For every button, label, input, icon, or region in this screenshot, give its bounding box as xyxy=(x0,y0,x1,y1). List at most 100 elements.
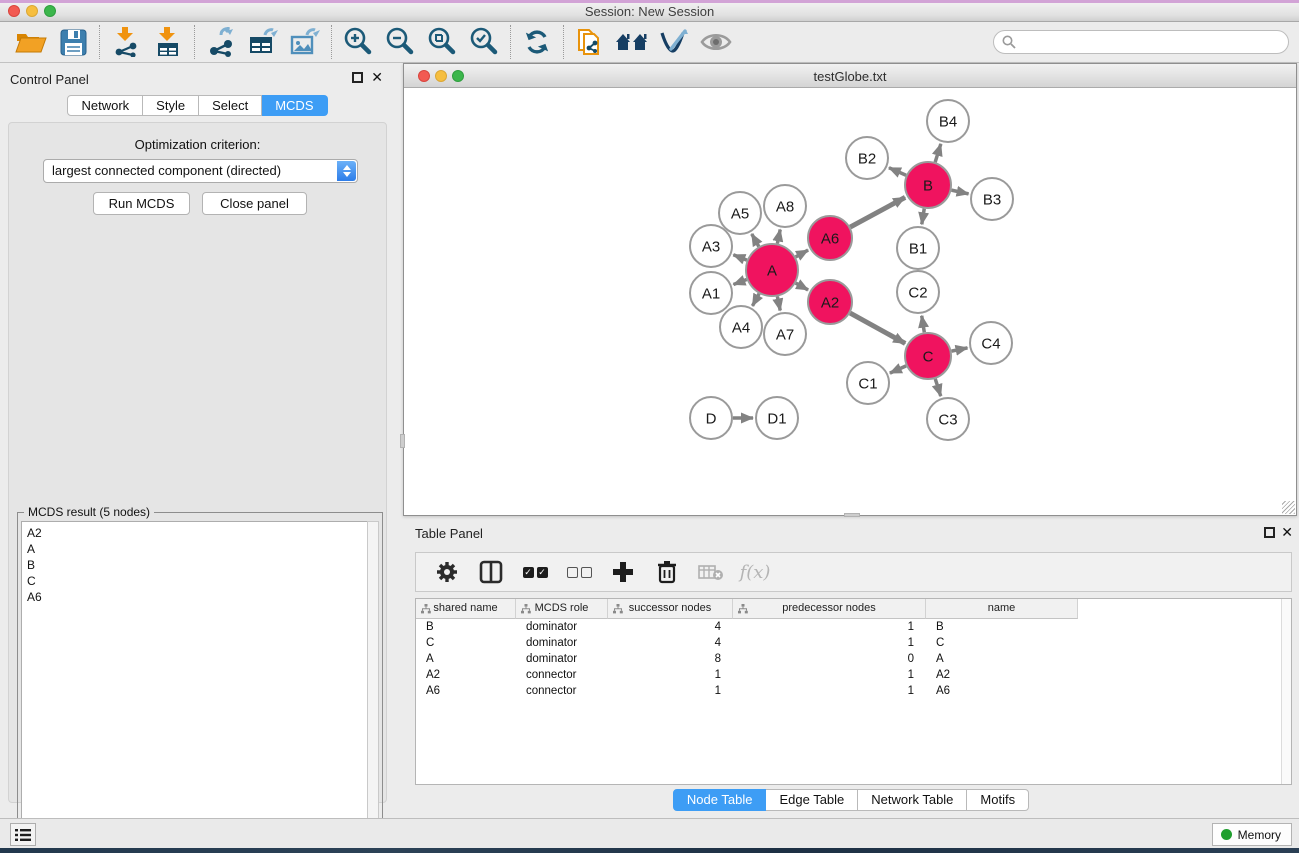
cell-MCDS-role[interactable]: dominator xyxy=(516,635,608,651)
function-builder-button[interactable]: f(x) xyxy=(740,557,770,587)
node-B1[interactable]: B1 xyxy=(897,227,939,269)
control-panel-close-icon[interactable]: ✕ xyxy=(371,69,383,85)
edge-A-A2[interactable] xyxy=(796,283,808,290)
criterion-select[interactable]: largest connected component (directed) xyxy=(43,159,358,183)
node-A1[interactable]: A1 xyxy=(690,272,732,314)
cell-successor-nodes[interactable]: 8 xyxy=(608,651,733,667)
column-header-MCDS-role[interactable]: MCDS role xyxy=(516,599,608,619)
delete-table-button[interactable] xyxy=(696,557,726,587)
column-header-successor-nodes[interactable]: successor nodes xyxy=(608,599,733,619)
node-A6[interactable]: A6 xyxy=(808,216,852,260)
mcds-result-item[interactable]: A xyxy=(27,541,367,557)
cell-predecessor-nodes[interactable]: 1 xyxy=(733,667,926,683)
node-A3[interactable]: A3 xyxy=(690,225,732,267)
cell-shared-name[interactable]: A6 xyxy=(416,683,516,699)
tab-select[interactable]: Select xyxy=(199,95,262,116)
cell-predecessor-nodes[interactable]: 0 xyxy=(733,651,926,667)
node-B3[interactable]: B3 xyxy=(971,178,1013,220)
show-columns-button[interactable] xyxy=(476,557,506,587)
edge-B-B1[interactable] xyxy=(922,209,924,225)
cell-MCDS-role[interactable]: dominator xyxy=(516,651,608,667)
node-C3[interactable]: C3 xyxy=(927,398,969,440)
node-table[interactable]: shared nameMCDS rolesuccessor nodesprede… xyxy=(415,598,1292,785)
cell-name[interactable]: A6 xyxy=(926,683,1078,699)
save-session-button[interactable] xyxy=(52,23,94,61)
table-panel-close-icon[interactable]: ✕ xyxy=(1281,524,1293,540)
node-C2[interactable]: C2 xyxy=(897,271,939,313)
tab-mcds[interactable]: MCDS xyxy=(262,95,327,116)
edge-B-B2[interactable] xyxy=(889,168,906,176)
node-A2[interactable]: A2 xyxy=(808,280,852,324)
clone-network-button[interactable] xyxy=(569,23,611,61)
tab-network-table[interactable]: Network Table xyxy=(858,789,967,811)
node-A5[interactable]: A5 xyxy=(719,192,761,234)
search-input[interactable] xyxy=(993,30,1289,54)
refresh-button[interactable] xyxy=(516,23,558,61)
network-graph[interactable]: B4B2BB3A5A8A6A3B1AA1C2A2A4A7C4CC1C3DD1 xyxy=(404,88,1296,514)
tab-node-table[interactable]: Node Table xyxy=(673,789,767,811)
export-network-button[interactable] xyxy=(200,23,242,61)
cell-predecessor-nodes[interactable]: 1 xyxy=(733,619,926,635)
edge-A-A4[interactable] xyxy=(752,294,759,306)
search-box[interactable] xyxy=(993,30,1289,54)
cell-name[interactable]: A xyxy=(926,651,1078,667)
cell-predecessor-nodes[interactable]: 1 xyxy=(733,683,926,699)
table-row[interactable]: Bdominator41B xyxy=(416,619,1281,635)
cell-shared-name[interactable]: B xyxy=(416,619,516,635)
unselect-all-columns-button[interactable] xyxy=(564,557,594,587)
network-canvas[interactable]: B4B2BB3A5A8A6A3B1AA1C2A2A4A7C4CC1C3DD1 xyxy=(404,88,1296,514)
edge-C-C2[interactable] xyxy=(922,316,925,333)
edge-A-A8[interactable] xyxy=(777,230,780,244)
edge-B-B4[interactable] xyxy=(935,144,941,162)
node-A8[interactable]: A8 xyxy=(764,185,806,227)
export-table-button[interactable] xyxy=(242,23,284,61)
table-row[interactable]: Adominator80A xyxy=(416,651,1281,667)
mcds-result-item[interactable]: A6 xyxy=(27,589,367,605)
table-row[interactable]: A2connector11A2 xyxy=(416,667,1281,683)
task-history-button[interactable] xyxy=(10,823,36,846)
mcds-result-item[interactable]: A2 xyxy=(27,525,367,541)
edge-C-C4[interactable] xyxy=(952,348,968,351)
cell-shared-name[interactable]: C xyxy=(416,635,516,651)
graphics-details-button[interactable] xyxy=(695,23,737,61)
cell-successor-nodes[interactable]: 4 xyxy=(608,635,733,651)
export-image-button[interactable] xyxy=(284,23,326,61)
cell-name[interactable]: B xyxy=(926,619,1078,635)
zoom-fit-button[interactable] xyxy=(421,23,463,61)
edge-A2-C[interactable] xyxy=(850,313,905,343)
cell-predecessor-nodes[interactable]: 1 xyxy=(733,635,926,651)
select-all-columns-button[interactable]: ✓ ✓ xyxy=(520,557,550,587)
memory-button[interactable]: Memory xyxy=(1212,823,1292,846)
control-panel-float-icon[interactable] xyxy=(352,72,363,83)
zoom-in-button[interactable] xyxy=(337,23,379,61)
cell-successor-nodes[interactable]: 1 xyxy=(608,683,733,699)
close-panel-button[interactable]: Close panel xyxy=(202,192,307,215)
tab-style[interactable]: Style xyxy=(143,95,199,116)
node-B2[interactable]: B2 xyxy=(846,137,888,179)
import-network-button[interactable] xyxy=(105,23,147,61)
network-vscroll-thumb[interactable] xyxy=(400,434,405,448)
table-settings-button[interactable] xyxy=(432,557,462,587)
column-header-shared-name[interactable]: shared name xyxy=(416,599,516,619)
tab-edge-table[interactable]: Edge Table xyxy=(766,789,858,811)
edge-A-A7[interactable] xyxy=(777,296,780,310)
open-session-button[interactable] xyxy=(10,23,52,61)
column-header-name[interactable]: name xyxy=(926,599,1078,619)
tab-network[interactable]: Network xyxy=(67,95,143,116)
cell-name[interactable]: C xyxy=(926,635,1078,651)
edge-A-A1[interactable] xyxy=(733,280,746,285)
node-C4[interactable]: C4 xyxy=(970,322,1012,364)
mcds-result-list[interactable]: A2ABCA6 xyxy=(21,521,367,853)
table-row[interactable]: Cdominator41C xyxy=(416,635,1281,651)
mcds-result-scrollbar[interactable] xyxy=(367,521,379,853)
node-A7[interactable]: A7 xyxy=(764,313,806,355)
network-resize-grip[interactable] xyxy=(1282,501,1295,514)
node-B4[interactable]: B4 xyxy=(927,100,969,142)
cell-MCDS-role[interactable]: connector xyxy=(516,667,608,683)
edge-C-C3[interactable] xyxy=(935,379,940,396)
cell-name[interactable]: A2 xyxy=(926,667,1078,683)
tab-motifs[interactable]: Motifs xyxy=(967,789,1029,811)
cell-MCDS-role[interactable]: dominator xyxy=(516,619,608,635)
edge-A-A3[interactable] xyxy=(733,255,747,260)
delete-column-button[interactable] xyxy=(652,557,682,587)
